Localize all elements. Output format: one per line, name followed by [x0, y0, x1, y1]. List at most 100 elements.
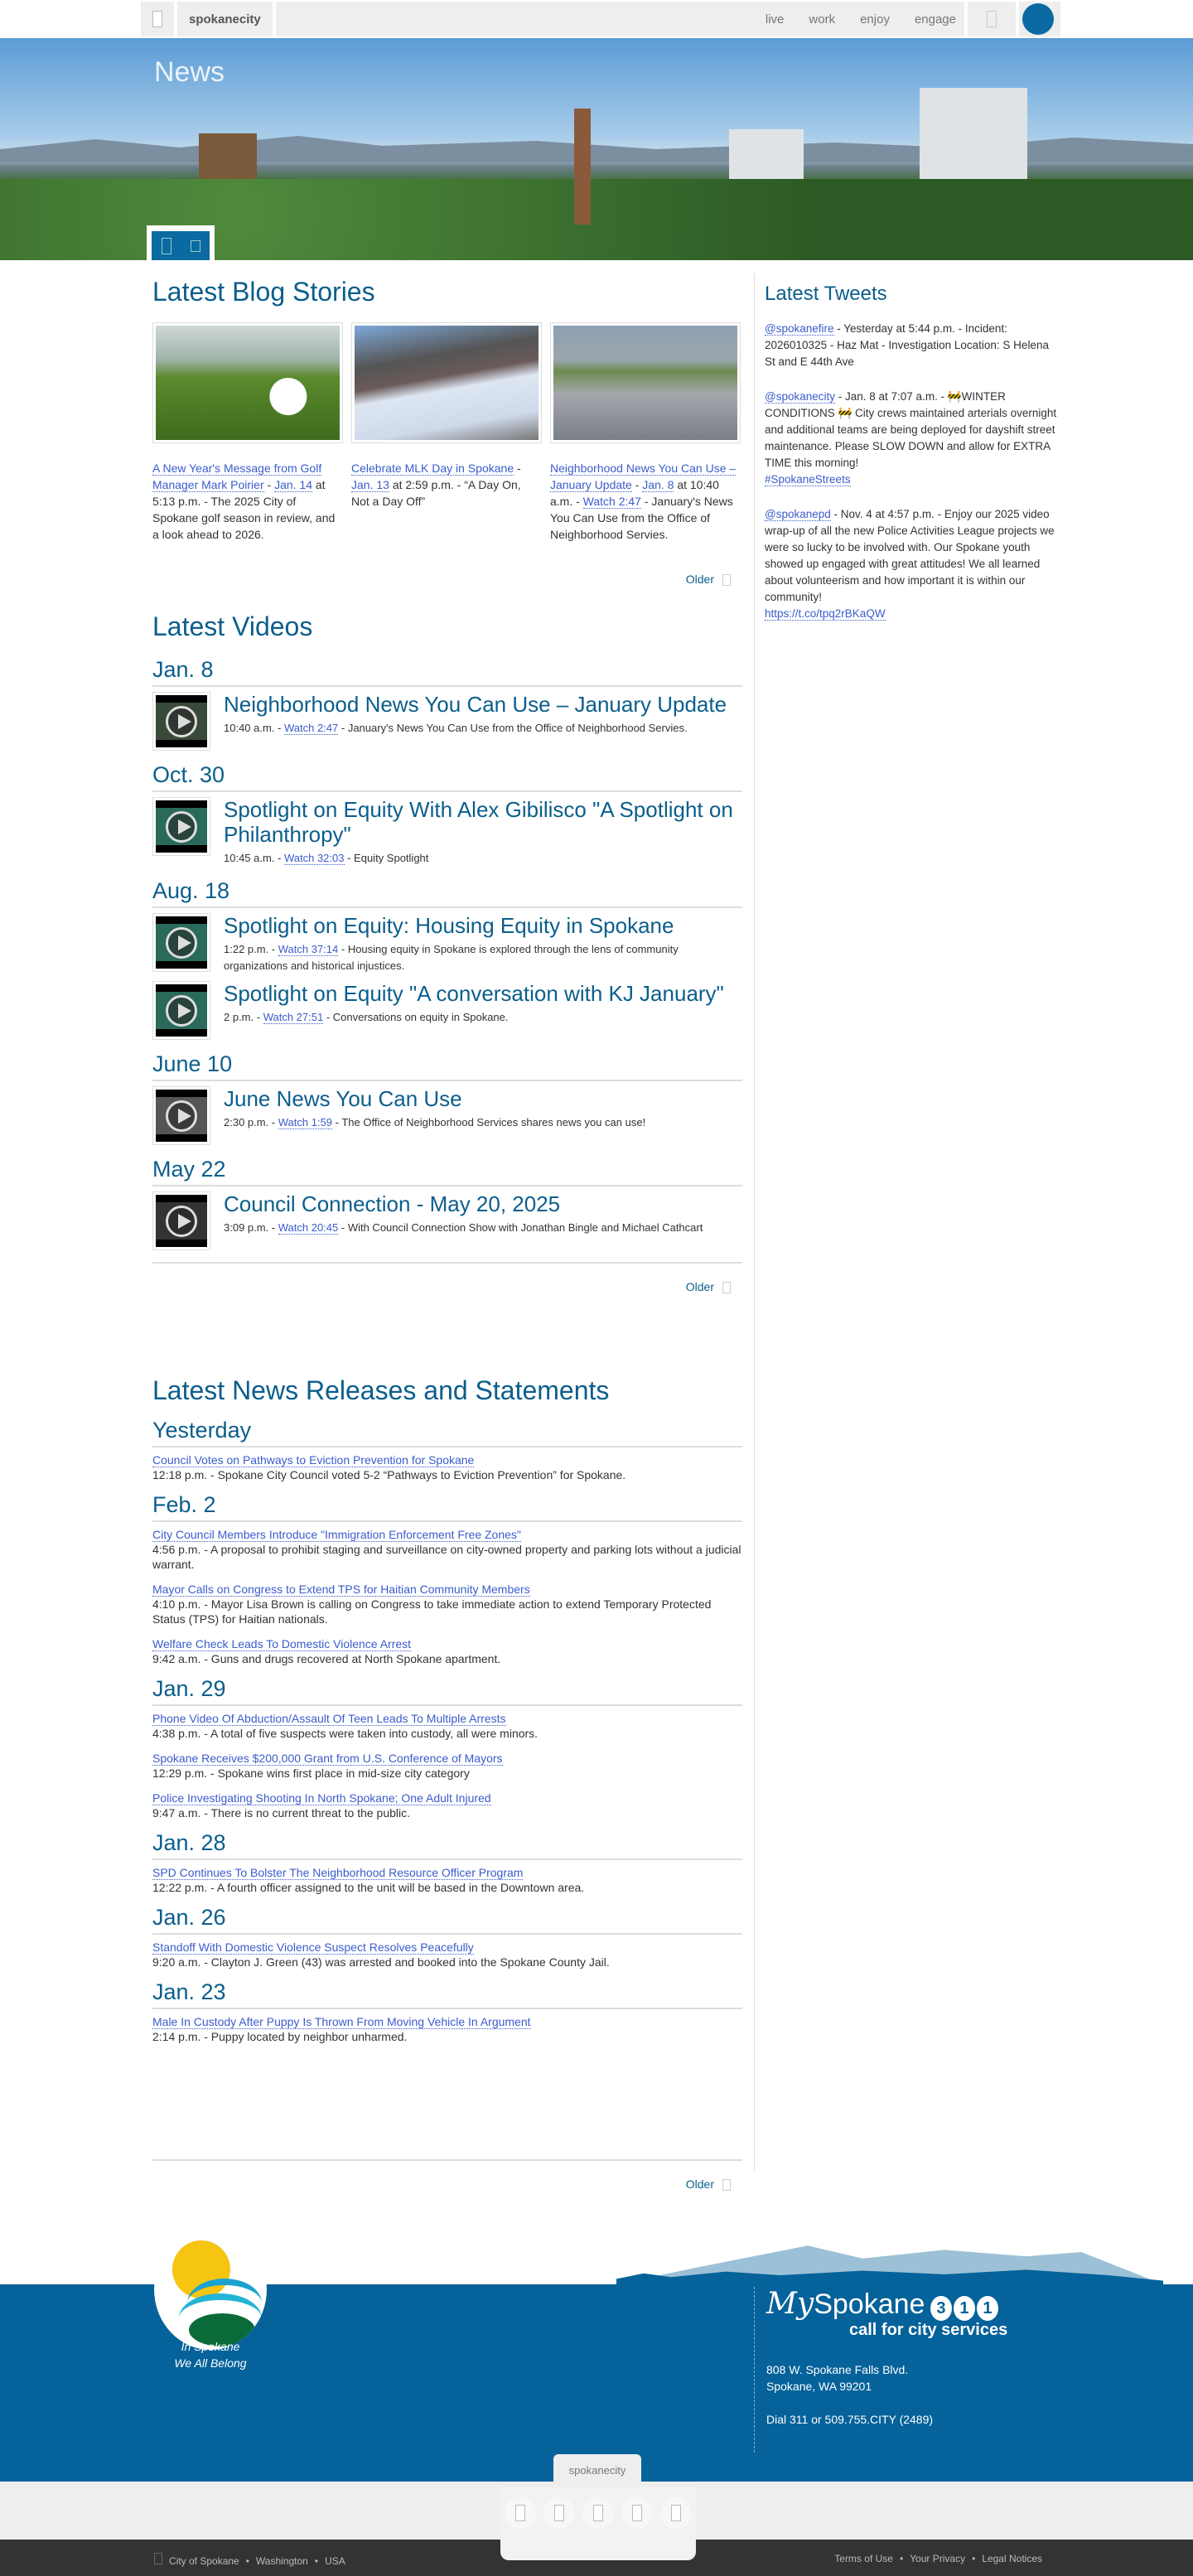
nav-live[interactable]: live — [766, 12, 785, 27]
video-thumbnail[interactable] — [152, 692, 210, 751]
news-date-heading: Yesterday — [152, 1418, 742, 1447]
tweet-hashtag[interactable]: #SpokaneStreets — [765, 473, 851, 486]
news-item: City Council Members Introduce "Immigrat… — [152, 1527, 742, 1572]
tweet-handle[interactable]: @spokanefire — [765, 322, 834, 336]
blog-older-link[interactable]: Older — [152, 573, 742, 587]
video-title[interactable]: Spotlight on Equity With Alex Gibilisco … — [224, 797, 742, 847]
news-list: Yesterday Council Votes on Pathways to Ev… — [152, 1418, 742, 2044]
menu-button[interactable] — [141, 2, 174, 36]
news-item: Phone Video Of Abduction/Assault Of Teen… — [152, 1711, 742, 1741]
video-title[interactable]: June News You Can Use — [224, 1086, 645, 1111]
watch-link[interactable]: Watch 32:03 — [283, 852, 345, 865]
news-description: 2:14 p.m. - Puppy located by neighbor un… — [152, 2030, 408, 2043]
older-label: Older — [685, 1280, 714, 1293]
video-item: Neighborhood News You Can Use – January … — [152, 692, 742, 751]
blog-date-link[interactable]: Jan. 14 — [274, 478, 312, 492]
watch-link[interactable]: Watch 27:51 — [263, 1011, 324, 1024]
youtube-icon[interactable] — [582, 2497, 614, 2529]
news-link[interactable]: Standoff With Domestic Violence Suspect … — [152, 1940, 474, 1955]
video-item: June News You Can Use 2:30 p.m. - Watch 1… — [152, 1086, 742, 1145]
nav-work[interactable]: work — [809, 12, 835, 27]
facebook-icon[interactable] — [504, 2497, 536, 2529]
news-link[interactable]: City Council Members Introduce "Immigrat… — [152, 1528, 521, 1542]
watch-link[interactable]: Watch 37:14 — [278, 943, 339, 956]
city-logo[interactable] — [154, 2229, 267, 2350]
tweet-link[interactable]: https://t.co/tpq2rBKaQW — [765, 607, 886, 621]
video-thumbnail[interactable] — [152, 981, 210, 1040]
nav-enjoy[interactable]: enjoy — [860, 12, 890, 27]
video-title[interactable]: Spotlight on Equity: Housing Equity in S… — [224, 913, 742, 938]
myspokane-311: MySpokane 311 call for city services 808… — [754, 2287, 1007, 2453]
tweet-handle[interactable]: @spokanepd — [765, 508, 831, 521]
news-link[interactable]: SPD Continues To Bolster The Neighborhoo… — [152, 1866, 524, 1880]
news-link[interactable]: Phone Video Of Abduction/Assault Of Teen… — [152, 1712, 506, 1726]
video-thumbnail[interactable] — [152, 1086, 210, 1145]
news-date-heading: Jan. 26 — [152, 1905, 742, 1935]
tweet: @spokanecity - Jan. 8 at 7:07 a.m. - 🚧WI… — [765, 389, 1060, 488]
footer-city[interactable]: City of Spokane — [169, 2555, 239, 2567]
watch-link[interactable]: Watch 20:45 — [278, 1221, 339, 1235]
news-link[interactable]: Spokane Receives $200,000 Grant from U.S… — [152, 1752, 503, 1766]
blog-image[interactable] — [152, 322, 343, 443]
logo-my: My — [766, 2287, 814, 2321]
blog-card: Neighborhood News You Can Use – January … — [550, 322, 741, 543]
news-link[interactable]: Council Votes on Pathways to Eviction Pr… — [152, 1453, 475, 1467]
news-description: 12:29 p.m. - Spokane wins first place in… — [152, 1766, 470, 1780]
blog-date-link[interactable]: Jan. 8 — [642, 478, 674, 492]
tweets-heading: Latest Tweets — [765, 283, 887, 305]
news-section: Latest News Releases and Statements Yest… — [152, 1375, 742, 2054]
twitter-icon[interactable] — [543, 2497, 575, 2529]
address-line: 808 W. Spokane Falls Blvd. — [766, 2363, 909, 2376]
video-thumbnail[interactable] — [152, 1191, 210, 1250]
watch-link[interactable]: Watch 2:47 — [582, 495, 641, 509]
video-item: Spotlight on Equity With Alex Gibilisco … — [152, 797, 742, 867]
news-link[interactable]: Police Investigating Shooting In North S… — [152, 1791, 491, 1805]
news-link[interactable]: Mayor Calls on Congress to Extend TPS fo… — [152, 1583, 530, 1597]
grid-view-icon[interactable] — [190, 239, 200, 252]
terms-link[interactable]: Terms of Use — [834, 2553, 893, 2564]
news-link[interactable]: Welfare Check Leads To Domestic Violence… — [152, 1637, 412, 1651]
legal-link[interactable]: Legal Notices — [982, 2553, 1042, 2564]
instagram-icon[interactable] — [621, 2497, 654, 2529]
blog-image[interactable] — [351, 322, 542, 443]
news-date-heading: Feb. 2 — [152, 1492, 742, 1522]
watch-link[interactable]: Watch 1:59 — [278, 1116, 333, 1129]
watch-link[interactable]: Watch 2:47 — [283, 722, 339, 735]
search-button[interactable] — [968, 2, 1016, 36]
video-thumbnail[interactable] — [152, 913, 210, 972]
video-date-heading: May 22 — [152, 1157, 742, 1187]
divider — [152, 2159, 742, 2161]
brand-link[interactable]: spokanecity — [177, 2, 273, 36]
account-button[interactable] — [1019, 2, 1060, 36]
footer-state[interactable]: Washington — [256, 2555, 308, 2567]
email-icon[interactable] — [660, 2497, 693, 2529]
video-time: 2 p.m. - — [224, 1011, 263, 1023]
footer-country[interactable]: USA — [325, 2555, 345, 2567]
video-description: - Equity Spotlight — [344, 852, 429, 864]
news-link[interactable]: Male In Custody After Puppy Is Thrown Fr… — [152, 2015, 531, 2029]
play-icon — [166, 1100, 197, 1132]
myspokane-logo[interactable]: MySpokane 311 — [766, 2287, 1007, 2321]
list-view-icon[interactable] — [161, 237, 171, 254]
video-title[interactable]: Spotlight on Equity "A conversation with… — [224, 981, 724, 1006]
video-description: - January's News You Can Use from the Of… — [338, 722, 688, 734]
blog-date-link[interactable]: Jan. 13 — [351, 478, 389, 492]
video-thumbnail[interactable] — [152, 797, 210, 856]
news-older-link[interactable]: Older — [152, 2177, 742, 2192]
videos-older-link[interactable]: Older — [152, 1280, 742, 1294]
news-description: 12:18 p.m. - Spokane City Council voted … — [152, 1468, 626, 1481]
privacy-link[interactable]: Your Privacy — [910, 2553, 965, 2564]
spokanecity-tab[interactable]: spokanecity — [553, 2454, 641, 2486]
tweet-text: - Nov. 4 at 4:57 p.m. - Enjoy our 2025 v… — [765, 508, 1055, 603]
video-title[interactable]: Neighborhood News You Can Use – January … — [224, 692, 727, 717]
blog-image[interactable] — [550, 322, 741, 443]
blog-link[interactable]: Celebrate MLK Day in Spokane — [351, 462, 514, 476]
news-description: 9:20 a.m. - Clayton J. Green (43) was ar… — [152, 1955, 610, 1969]
nav-engage[interactable]: engage — [915, 12, 956, 27]
video-item: Spotlight on Equity: Housing Equity in S… — [152, 913, 742, 974]
video-description: - Conversations on equity in Spokane. — [323, 1011, 509, 1023]
logo-digit: 1 — [953, 2296, 975, 2321]
video-item: Council Connection - May 20, 2025 3:09 p.… — [152, 1191, 742, 1250]
video-title[interactable]: Council Connection - May 20, 2025 — [224, 1191, 703, 1216]
tweet-handle[interactable]: @spokanecity — [765, 390, 835, 404]
